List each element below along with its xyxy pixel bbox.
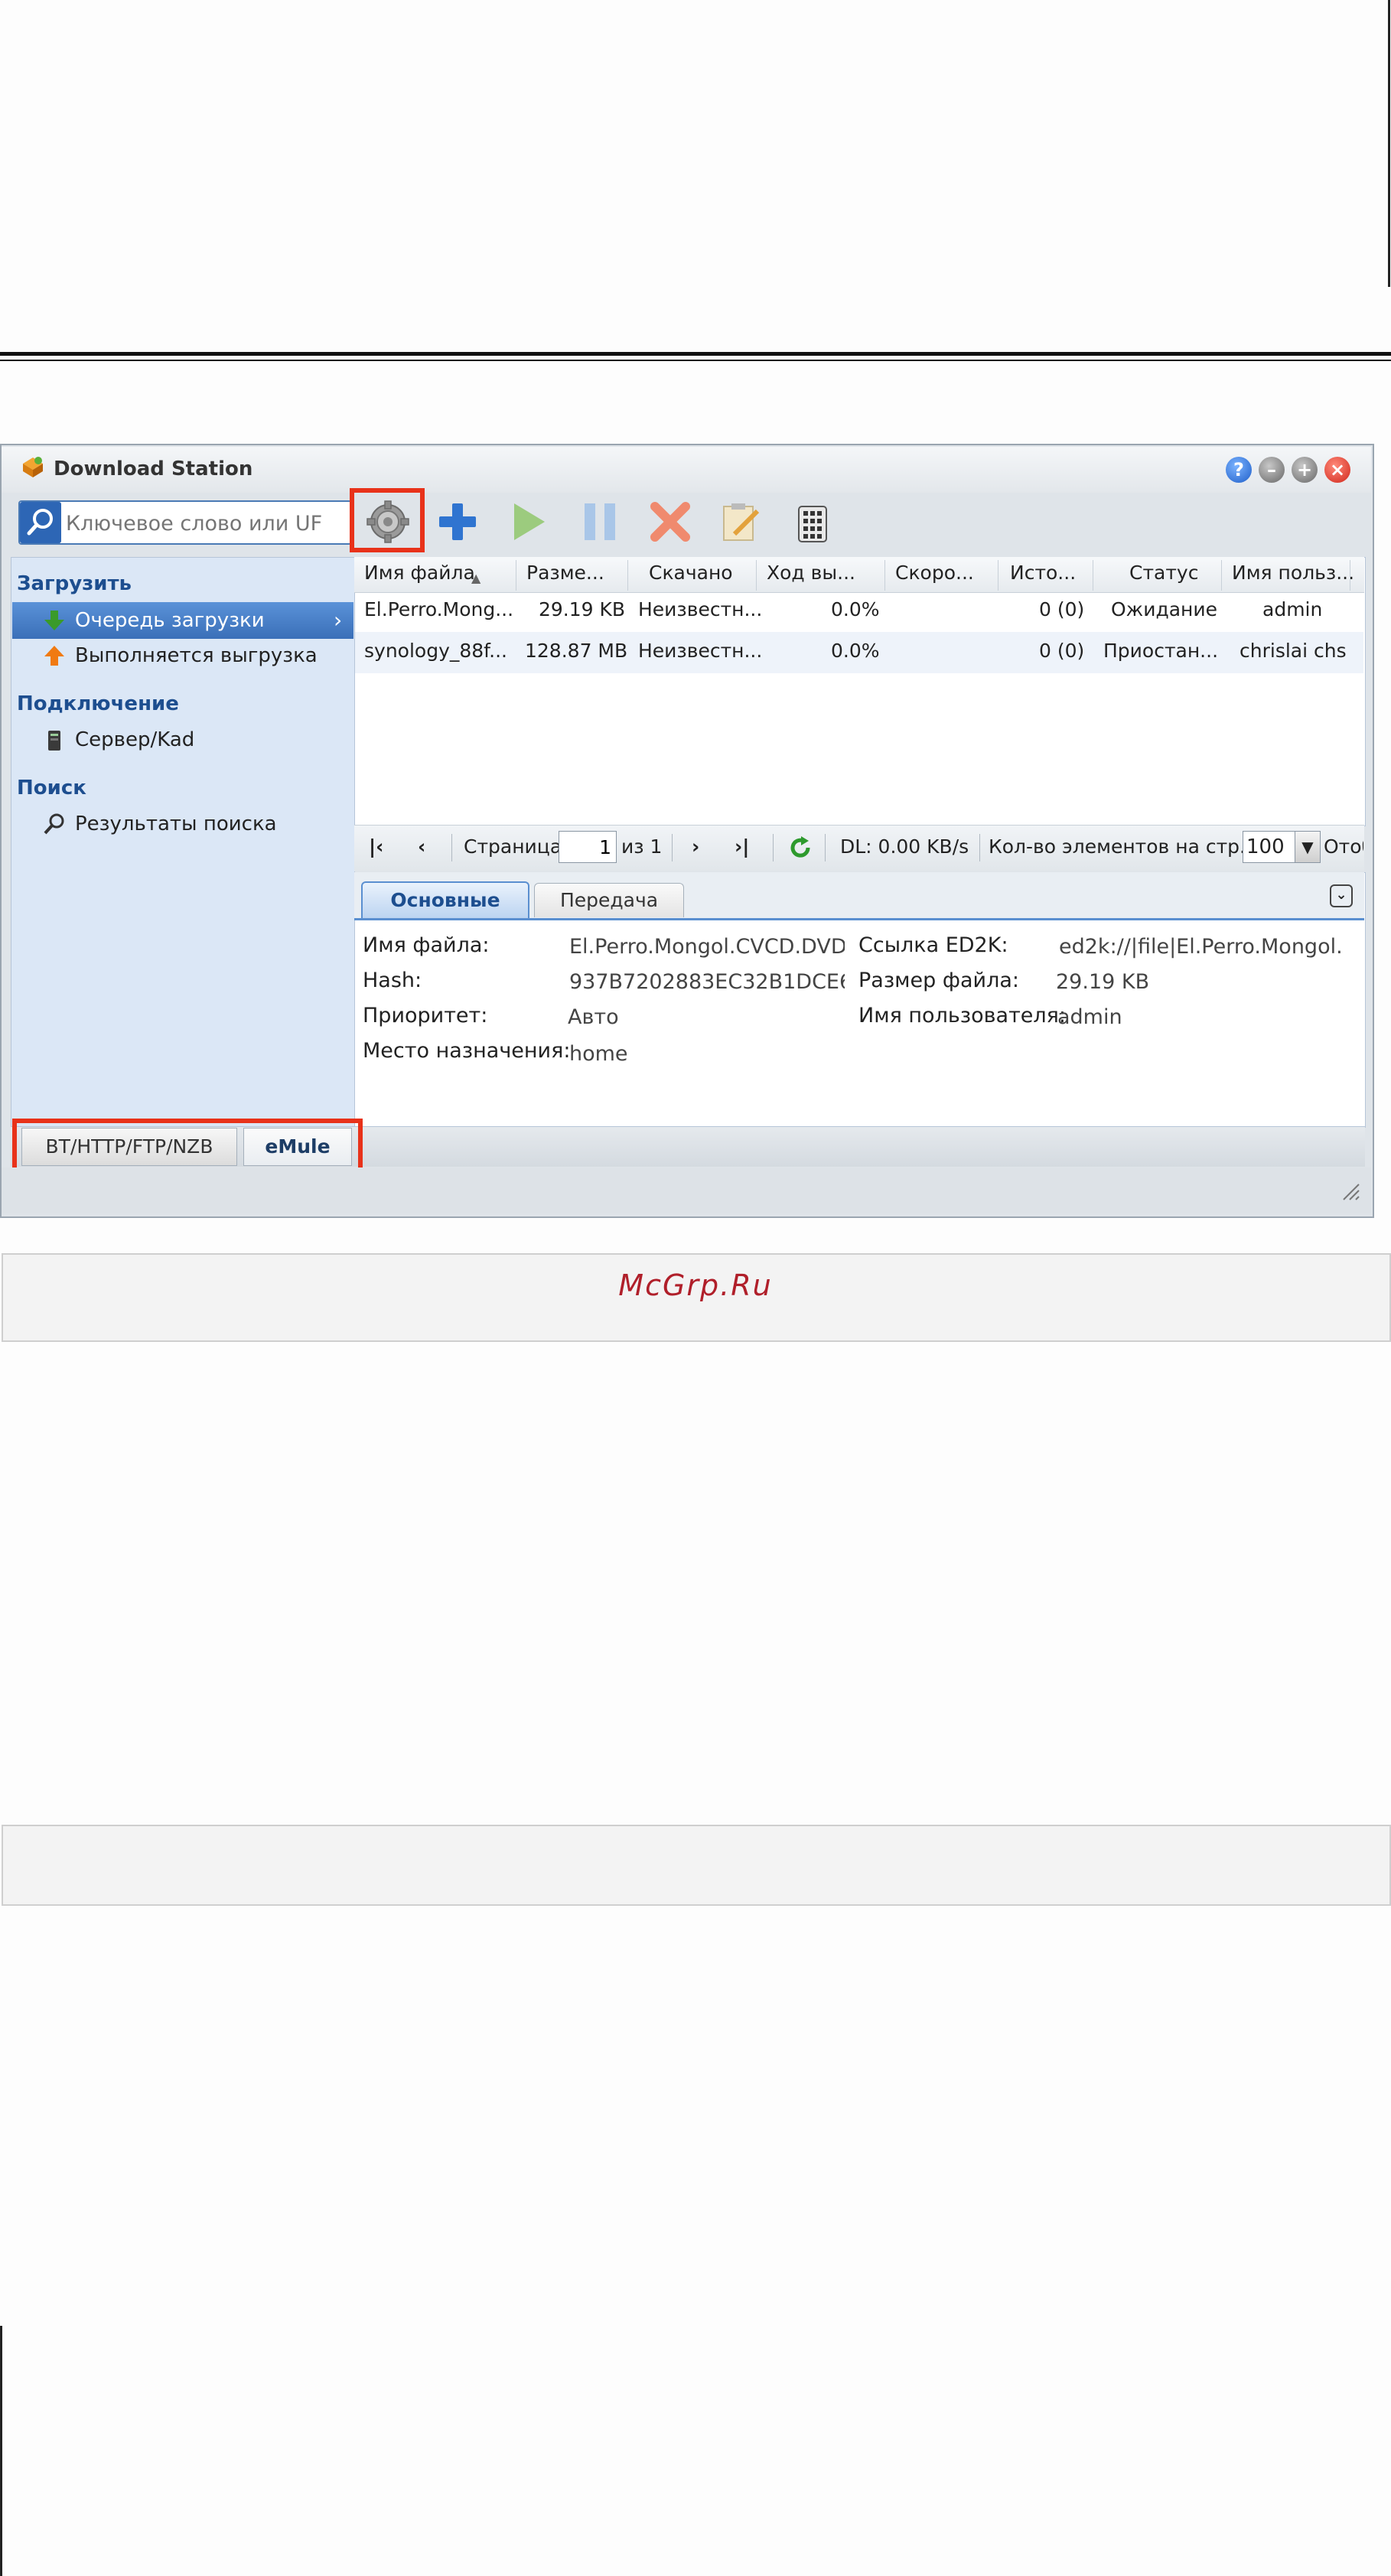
column-separator (756, 560, 757, 591)
detail-size-value: 29.19 KB (1056, 970, 1150, 994)
column-header-downloaded[interactable]: Скачано (649, 562, 733, 584)
cell-filename: synology_88f... (364, 640, 507, 662)
minimize-button[interactable]: – (1259, 457, 1285, 483)
tab-transfer[interactable]: Передача (534, 883, 684, 917)
page-label: Страница (464, 835, 562, 858)
settings-highlight (350, 488, 425, 552)
trash-icon[interactable] (790, 499, 836, 545)
cell-sources: 0 (0) (1039, 640, 1085, 662)
per-page-select[interactable]: 100 (1243, 831, 1298, 863)
pager-separator (672, 834, 673, 861)
status-bar (2, 1168, 1371, 1213)
detail-size-label: Размер файла: (858, 969, 1019, 992)
sidebar-section-connection: Подключение (17, 692, 179, 715)
page-rule-top (0, 352, 1391, 356)
cell-status: Ожидание (1111, 598, 1218, 620)
page-rule-top-thin (0, 360, 1391, 361)
cell-sources: 0 (0) (1039, 598, 1085, 620)
column-separator (627, 560, 628, 591)
detail-user-value: admin (1057, 1005, 1122, 1029)
grid-header (354, 557, 1364, 593)
empty-panel (2, 1825, 1391, 1906)
detail-filename-label: Имя файла: (363, 933, 490, 957)
cell-downloaded: Неизвестн... (638, 598, 763, 620)
column-separator (884, 560, 885, 591)
collapse-icon[interactable]: ⌄ (1330, 884, 1353, 907)
sidebar-item-queue-label: Очередь загрузки (75, 609, 265, 632)
sidebar (11, 557, 355, 1128)
cell-size: 29.19 KB (539, 598, 626, 620)
prev-page-icon[interactable]: ‹ (418, 835, 425, 858)
sidebar-item-upload[interactable]: Выполняется выгрузка (75, 644, 318, 667)
detail-ed2k-value: ed2k://|file|El.Perro.Mongol. (1059, 935, 1343, 959)
detail-ed2k-label: Ссылка ED2K: (858, 933, 1008, 957)
close-button[interactable]: × (1324, 457, 1350, 483)
detail-hash-label: Hash: (363, 969, 422, 992)
page-rule-left (0, 2326, 2, 2576)
watermark-text: McGrp.Ru (618, 1268, 773, 1302)
delete-icon[interactable] (647, 499, 693, 545)
detail-hash-value: 937B7202883EC32B1DCE6 (569, 970, 845, 994)
edit-icon[interactable] (718, 499, 764, 545)
column-header-size[interactable]: Разме... (526, 562, 604, 584)
sort-asc-icon: ▲ (471, 571, 481, 585)
pause-icon[interactable] (577, 499, 623, 545)
sidebar-item-server[interactable]: Сервер/Kad (75, 728, 194, 751)
refresh-icon[interactable] (788, 835, 813, 860)
page-count-label: из 1 (621, 835, 663, 858)
magnifier-icon (44, 813, 64, 835)
maximize-button[interactable]: + (1292, 457, 1318, 483)
pager-separator (979, 834, 980, 861)
play-icon[interactable] (505, 499, 551, 545)
cell-progress: 0.0% (831, 640, 880, 662)
detail-priority-value: Авто (568, 1005, 619, 1029)
window-title: Download Station (54, 458, 253, 480)
cell-user: admin (1262, 598, 1323, 620)
help-button[interactable]: ? (1226, 457, 1252, 483)
next-page-icon[interactable]: › (692, 835, 699, 858)
column-header-progress[interactable]: Ход вы... (767, 562, 855, 584)
detail-priority-label: Приоритет: (363, 1004, 488, 1027)
sidebar-item-search-results[interactable]: Результаты поиска (75, 813, 277, 835)
sidebar-section-download: Загрузить (17, 572, 132, 595)
download-arrow-icon (44, 611, 64, 630)
chevron-down-icon[interactable]: ▼ (1295, 831, 1321, 863)
per-page-label: Кол-во элементов на стр.: (989, 835, 1253, 858)
column-header-filename[interactable]: Имя файла (364, 562, 475, 584)
page-rule-right (1388, 0, 1390, 287)
server-icon (48, 731, 60, 751)
search-input[interactable] (64, 503, 350, 543)
sidebar-section-search: Поиск (17, 777, 86, 800)
column-header-user[interactable]: Имя польз... (1232, 562, 1354, 584)
resize-grip-icon[interactable] (1341, 1181, 1360, 1201)
cell-filename: El.Perro.Mong... (364, 598, 514, 620)
page-number-input[interactable] (559, 831, 617, 863)
search-icon[interactable] (20, 502, 61, 543)
cell-progress: 0.0% (831, 598, 880, 620)
chevron-right-icon: › (334, 607, 343, 633)
cell-size: 128.87 MB (525, 640, 628, 662)
detail-filename-value: El.Perro.Mongol.CVCD.DVDr (569, 935, 845, 959)
cell-user: chrislai chs (1240, 640, 1347, 662)
cell-downloaded: Неизвестн... (638, 640, 763, 662)
upload-arrow-icon (44, 646, 64, 666)
pager-separator (451, 834, 452, 861)
shown-label: Отоб (1324, 835, 1363, 858)
column-header-sources[interactable]: Исто... (1010, 562, 1076, 584)
detail-user-label: Имя пользователя: (858, 1004, 1067, 1027)
plus-icon[interactable] (435, 499, 480, 545)
pager-separator (825, 834, 826, 861)
detail-destination-label: Место назначения: (363, 1039, 571, 1063)
download-speed: DL: 0.00 KB/s (840, 835, 969, 858)
tab-basic[interactable]: Основные (361, 881, 529, 918)
cell-status: Приостан... (1103, 640, 1219, 662)
detail-destination-value: home (569, 1042, 628, 1066)
pager-separator (773, 834, 774, 861)
column-header-status[interactable]: Статус (1129, 562, 1198, 584)
last-page-icon[interactable]: ›| (735, 835, 749, 858)
download-station-icon (23, 457, 43, 477)
column-separator (1221, 560, 1222, 591)
first-page-icon[interactable]: |‹ (369, 835, 383, 858)
column-header-speed[interactable]: Скоро... (895, 562, 974, 584)
